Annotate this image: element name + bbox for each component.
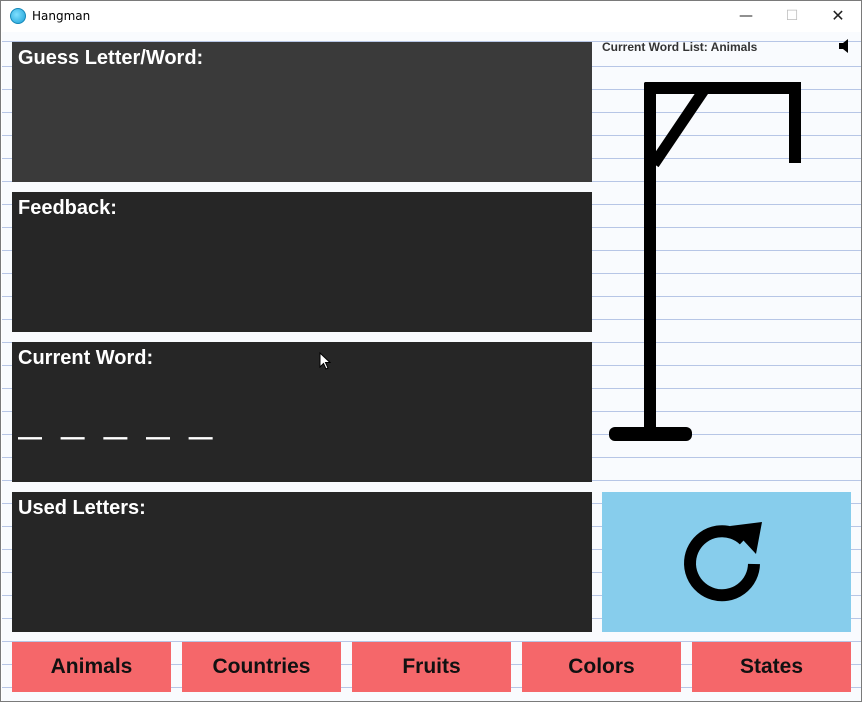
app-window: Hangman — ☐ ✕ Guess Letter/Word: Feedbac… [0,0,862,702]
speaker-icon[interactable] [838,38,854,54]
refresh-icon [684,522,762,602]
category-button-colors[interactable]: Colors [522,642,681,692]
category-button-fruits[interactable]: Fruits [352,642,511,692]
reset-button[interactable] [602,492,851,632]
close-button[interactable]: ✕ [815,1,861,32]
current-word-list: Current Word List: Animals [602,40,758,54]
mouse-cursor [319,352,331,370]
used-letters-label: Used Letters: [18,497,146,519]
gallows-drawing [609,82,801,441]
current-word-panel: Current Word: — — — — — [12,342,592,482]
guess-input-panel[interactable]: Guess Letter/Word: [12,42,592,182]
used-letters-panel: Used Letters: [12,492,592,632]
window-title: Hangman [32,9,91,23]
current-word-slots: — — — — — [18,424,219,451]
feedback-panel: Feedback: [12,192,592,332]
category-button-states[interactable]: States [692,642,851,692]
app-icon [10,8,26,24]
maximize-button[interactable]: ☐ [769,1,815,32]
title-bar[interactable]: Hangman — ☐ ✕ [1,1,861,32]
current-word-label: Current Word: [18,347,154,369]
game-area: Guess Letter/Word: Feedback: Current Wor… [2,32,861,701]
minimize-button[interactable]: — [723,1,769,32]
feedback-label: Feedback: [18,197,117,219]
category-button-countries[interactable]: Countries [182,642,341,692]
guess-label: Guess Letter/Word: [18,47,204,69]
category-button-animals[interactable]: Animals [12,642,171,692]
